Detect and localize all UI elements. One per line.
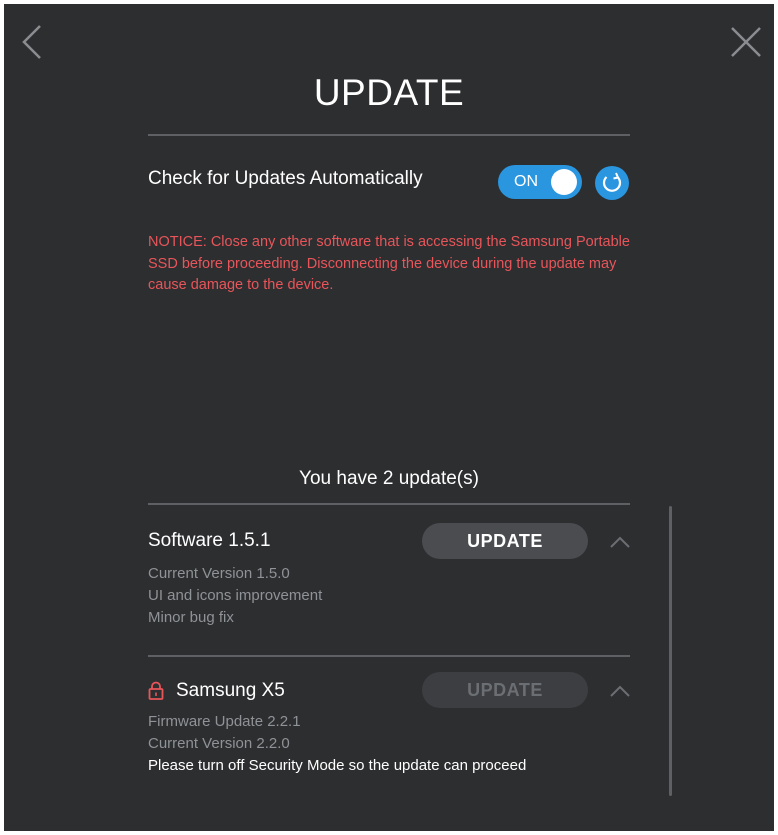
notice-text: NOTICE: Close any other software that is…	[148, 234, 630, 293]
update-detail-line: Firmware Update 2.2.1	[148, 713, 301, 730]
refresh-button[interactable]	[595, 166, 629, 200]
toggle-knob	[551, 169, 577, 195]
updates-count: You have 2 update(s)	[299, 468, 479, 489]
update-detail-line: Current Version 1.5.0	[148, 565, 290, 582]
update-item-name: Samsung X5	[176, 680, 285, 701]
update-item-name: Software 1.5.1	[148, 530, 271, 551]
chevron-left-icon	[22, 25, 41, 59]
title-divider	[148, 134, 630, 136]
security-mode-warning: Please turn off Security Mode so the upd…	[148, 757, 527, 774]
chevron-up-icon	[610, 536, 630, 548]
close-icon	[731, 27, 761, 57]
toggle-state-label: ON	[514, 173, 538, 190]
chevron-up-icon	[610, 685, 630, 697]
lock-icon	[148, 681, 164, 700]
back-button[interactable]	[18, 22, 48, 62]
list-top-divider	[148, 503, 630, 505]
scrollbar[interactable]	[669, 506, 672, 796]
update-firmware-button[interactable]: UPDATE	[422, 672, 588, 708]
update-software-button[interactable]: UPDATE	[422, 523, 588, 559]
item-divider	[148, 655, 630, 657]
refresh-icon	[602, 172, 622, 192]
update-detail-line: UI and icons improvement	[148, 587, 323, 604]
page-title: UPDATE	[313, 72, 465, 113]
update-detail-line: Current Version 2.2.0	[148, 735, 290, 752]
auto-update-label: Check for Updates Automatically	[148, 168, 423, 189]
update-detail-line: Minor bug fix	[148, 609, 234, 626]
auto-update-toggle[interactable]: ON	[498, 165, 582, 199]
close-button[interactable]	[726, 22, 766, 62]
collapse-firmware-button[interactable]	[608, 682, 632, 700]
collapse-software-button[interactable]	[608, 533, 632, 551]
update-window: UPDATE Check for Updates Automatically O…	[4, 4, 774, 831]
